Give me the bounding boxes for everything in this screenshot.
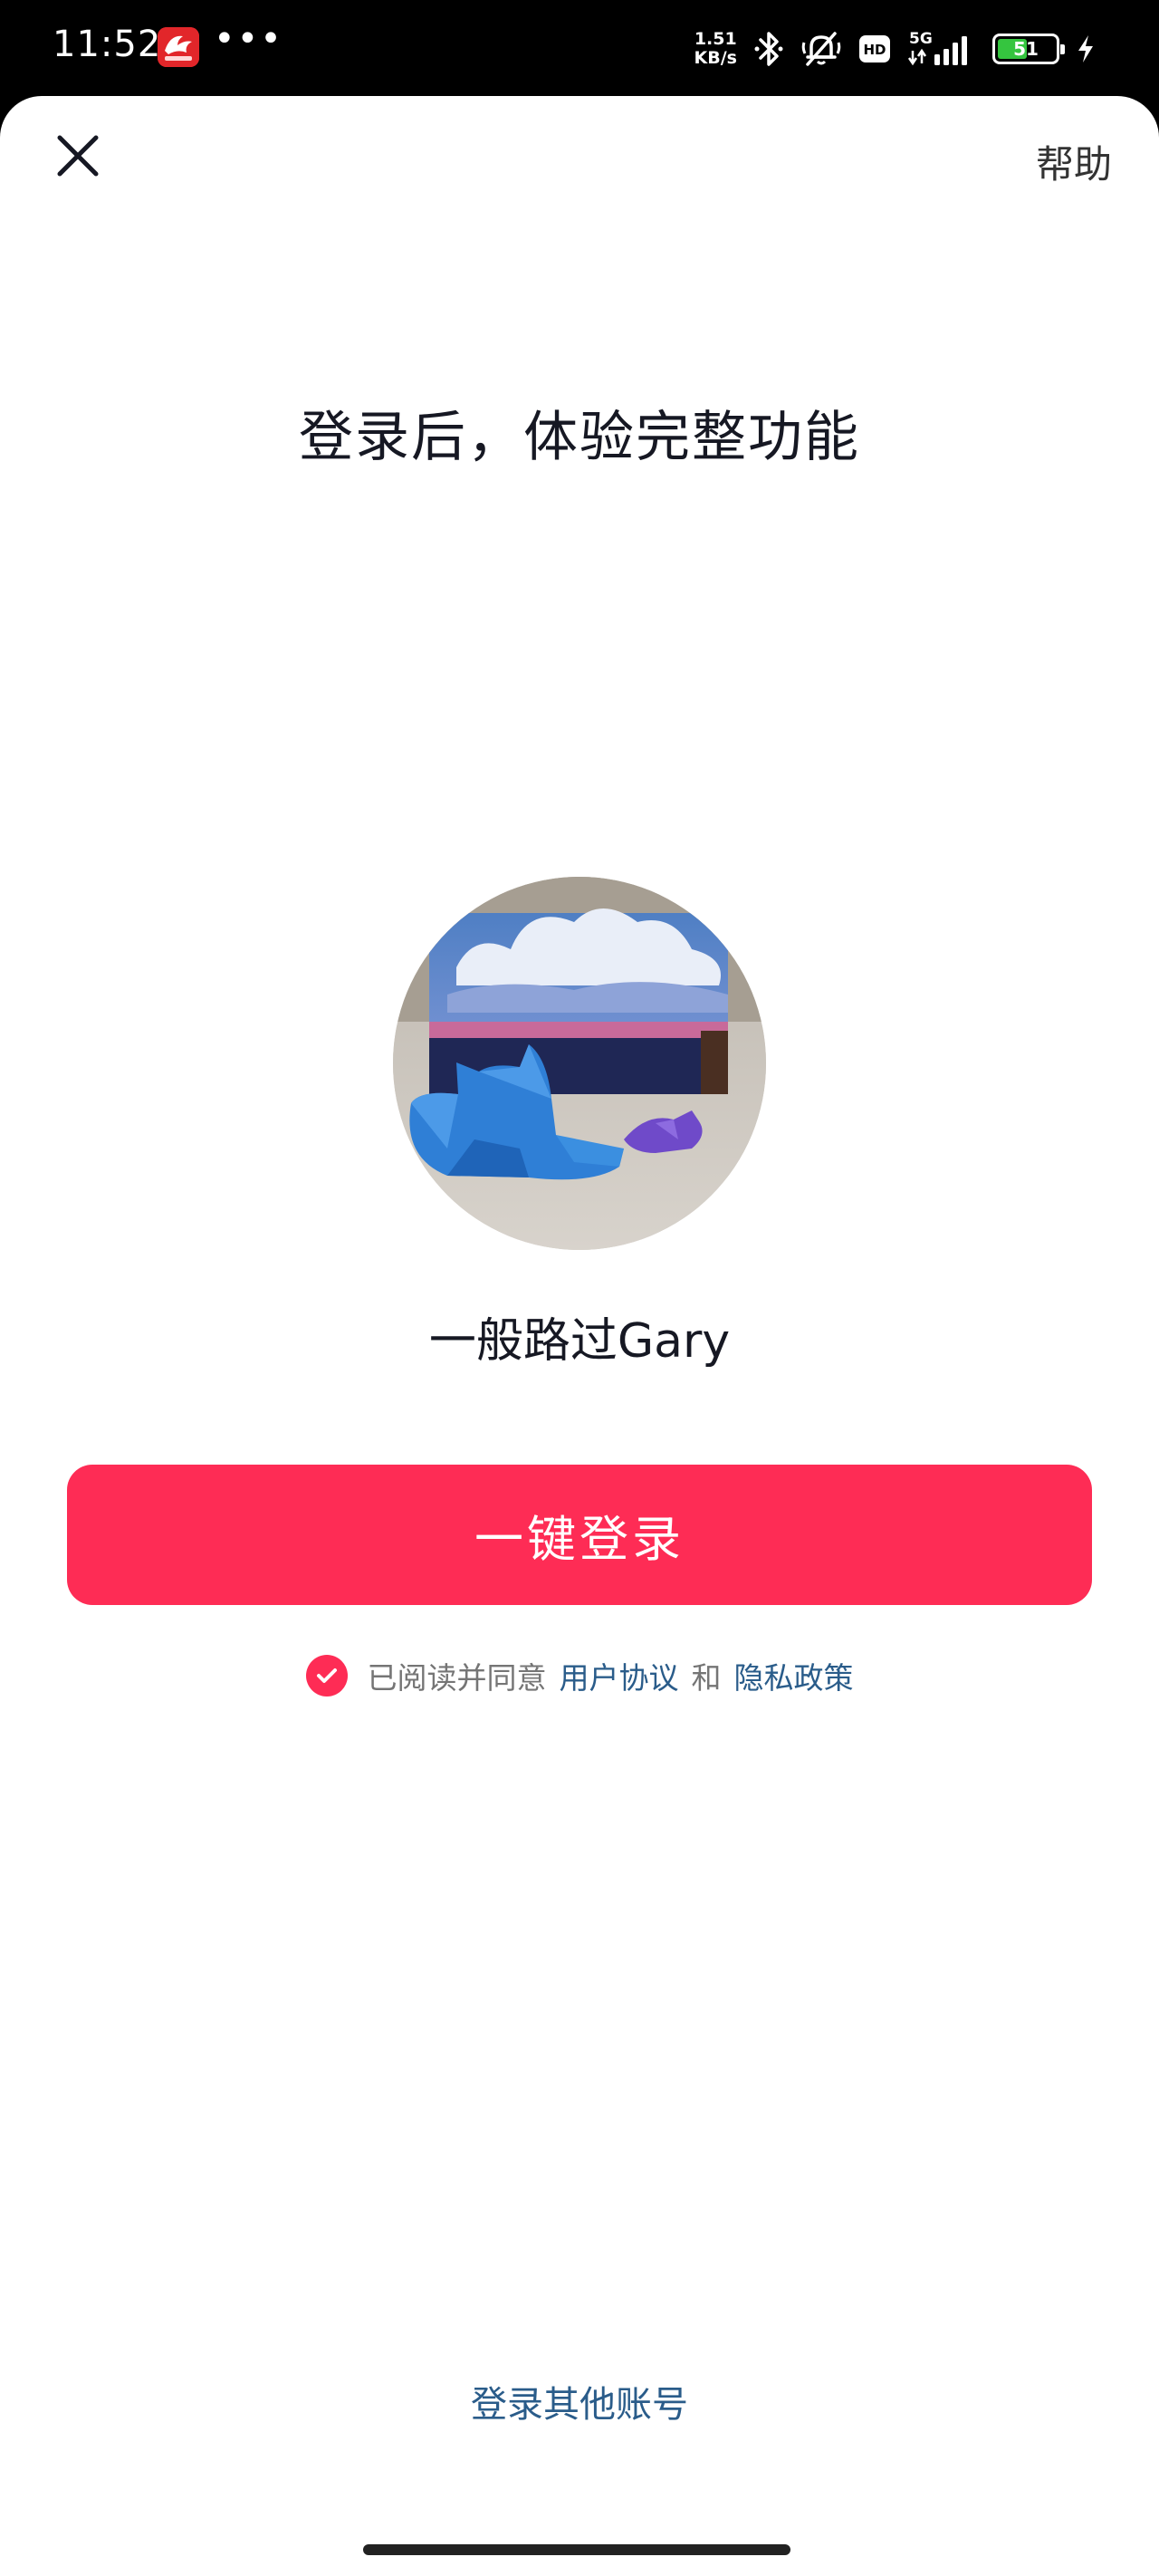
battery-indicator: 51: [992, 34, 1065, 64]
hd-badge: HD: [858, 34, 891, 63]
agreement-conjunction: 和: [691, 1660, 722, 1696]
status-indicators: 1.51 KB/s HD 5G 51: [694, 24, 1096, 74]
bolt-icon: [1076, 34, 1096, 64]
page-title: 登录后，体验完整功能: [299, 406, 860, 469]
bluetooth-icon: [753, 30, 784, 68]
battery-level: 51: [1013, 38, 1039, 60]
check-icon: [316, 1668, 337, 1683]
agreement-row: 已阅读并同意 用户协议 和 隐私政策: [0, 1654, 1159, 1697]
network-speed-value: 1.51: [694, 29, 737, 49]
app-notification-icon: [158, 27, 199, 67]
network-speed: 1.51 KB/s: [694, 30, 737, 68]
status-bar: 11:52 ••• 1.51 KB/s HD 5G 51: [0, 0, 1159, 98]
avatar-image: [393, 877, 766, 1250]
svg-text:HD: HD: [863, 42, 886, 58]
battery-cap: [1060, 44, 1065, 54]
status-time: 11:52: [53, 24, 162, 65]
one-click-login-button[interactable]: 一键登录: [67, 1465, 1092, 1605]
more-notifications-icon: •••: [214, 18, 283, 60]
privacy-policy-link[interactable]: 隐私政策: [734, 1654, 854, 1697]
close-button[interactable]: [53, 130, 103, 181]
bell-off-icon: [800, 30, 842, 68]
close-icon: [57, 135, 99, 177]
home-indicator[interactable]: [363, 2544, 790, 2555]
signal-icon: 5G: [907, 29, 976, 69]
agreement-checkbox[interactable]: [305, 1655, 348, 1697]
username: 一般路过Gary: [428, 1314, 731, 1369]
login-other-account-link[interactable]: 登录其他账号: [0, 2375, 1159, 2427]
avatar: [393, 877, 766, 1250]
agreement-prefix: 已阅读并同意: [367, 1660, 547, 1696]
help-link[interactable]: 帮助: [1036, 134, 1112, 189]
login-screen: 11:52 ••• 1.51 KB/s HD 5G 51 帮助 登录后，体验完整…: [0, 0, 1159, 2576]
network-speed-unit: KB/s: [694, 48, 737, 68]
network-type: 5G: [909, 30, 933, 48]
user-agreement-link[interactable]: 用户协议: [560, 1654, 679, 1697]
